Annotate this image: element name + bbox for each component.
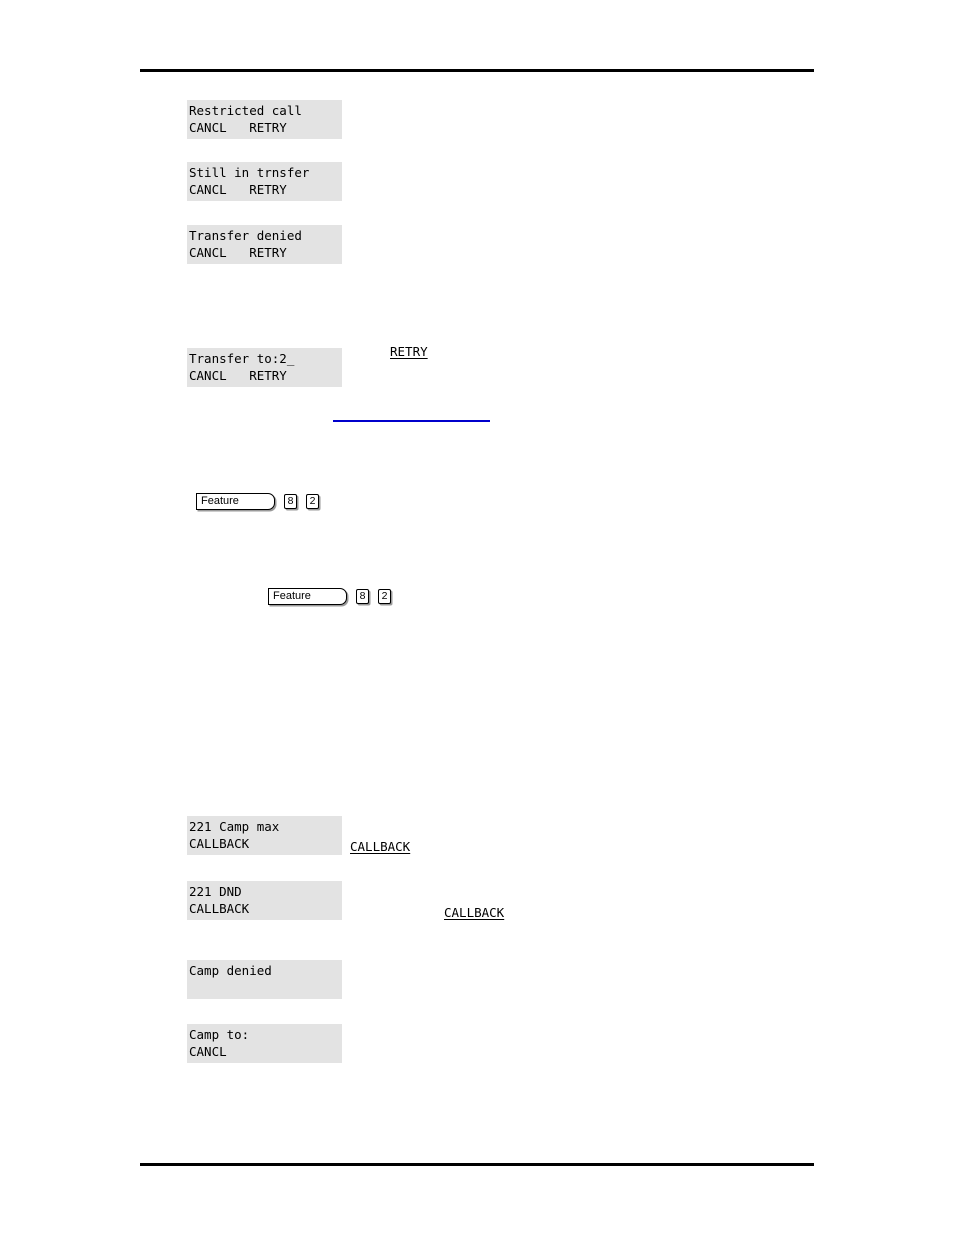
retry-crossreference-link[interactable]: RETRY <box>390 344 428 359</box>
digit-key-8[interactable]: 8 <box>356 589 369 604</box>
blue-crossreference-link[interactable] <box>333 406 490 422</box>
lcd-softkey-line: CANCL RETRY <box>189 245 287 260</box>
lcd-line-1: 221 Camp max <box>189 819 280 834</box>
feature-key[interactable]: Feature <box>268 588 347 605</box>
key-sequence-feature-8-2-first: Feature 8 2 <box>196 493 319 510</box>
lcd-line-1: Transfer denied <box>189 228 302 243</box>
lcd-line-1: Still in trnsfer <box>189 165 310 180</box>
lcd-display-camp-dnd: 221 DND CALLBACK <box>187 881 342 920</box>
lcd-display-restricted-call: Restricted call CANCL RETRY <box>187 100 342 139</box>
lcd-line-1: Transfer to:2_ <box>189 351 295 366</box>
document-page: Restricted call CANCL RETRY Still in trn… <box>0 0 954 1235</box>
lcd-display-camp-max: 221 Camp max CALLBACK <box>187 816 342 855</box>
lcd-softkey-line: CANCL RETRY <box>189 182 287 197</box>
lcd-line-1: Camp to: <box>189 1027 250 1042</box>
lcd-softkey-line: CANCL RETRY <box>189 120 287 135</box>
lcd-display-still-in-transfer: Still in trnsfer CANCL RETRY <box>187 162 342 201</box>
lcd-line-1: Camp denied <box>189 963 272 978</box>
lcd-softkey-line: CALLBACK <box>189 836 250 851</box>
lcd-display-transfer-to: Transfer to:2_ CANCL RETRY <box>187 348 342 387</box>
lcd-softkey-line: CALLBACK <box>189 901 250 916</box>
lcd-display-camp-denied: Camp denied <box>187 960 342 999</box>
lcd-line-1: Restricted call <box>189 103 302 118</box>
footer-rule <box>140 1163 814 1166</box>
callback-crossreference-link-2[interactable]: CALLBACK <box>444 905 504 920</box>
lcd-line-1: 221 DND <box>189 884 242 899</box>
lcd-softkey-line: CANCL RETRY <box>189 368 287 383</box>
header-rule <box>140 69 814 72</box>
digit-key-2[interactable]: 2 <box>378 589 391 604</box>
lcd-display-transfer-denied: Transfer denied CANCL RETRY <box>187 225 342 264</box>
callback-crossreference-link-1[interactable]: CALLBACK <box>350 839 410 854</box>
feature-key[interactable]: Feature <box>196 493 275 510</box>
digit-key-2[interactable]: 2 <box>306 494 319 509</box>
digit-key-8[interactable]: 8 <box>284 494 297 509</box>
key-sequence-feature-8-2-second: Feature 8 2 <box>268 588 391 605</box>
lcd-softkey-line: CANCL <box>189 1044 227 1059</box>
lcd-display-camp-to: Camp to: CANCL <box>187 1024 342 1063</box>
